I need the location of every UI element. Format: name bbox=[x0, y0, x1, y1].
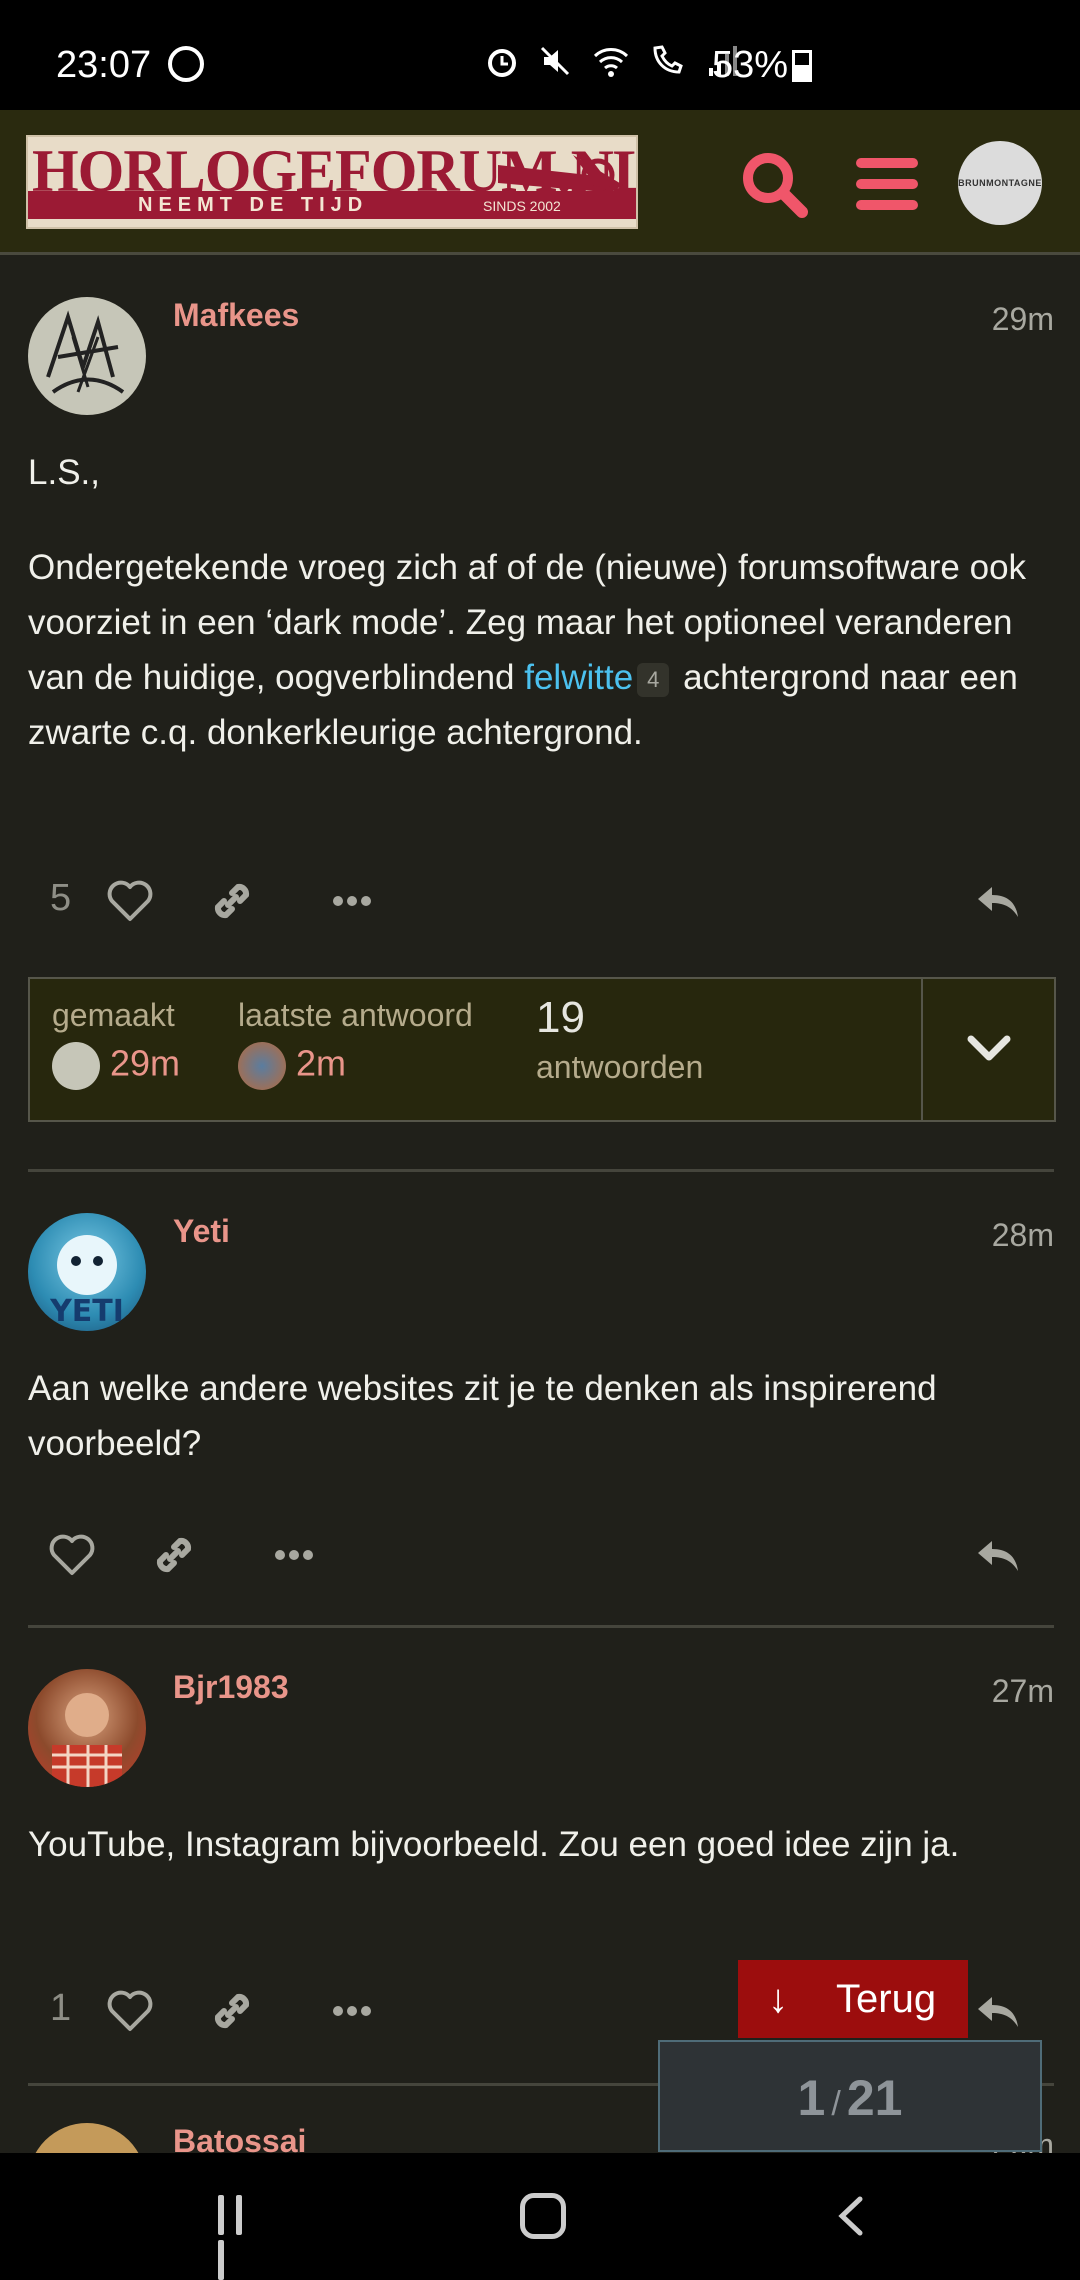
status-icons bbox=[485, 44, 737, 87]
topic-stream: Mafkees 29m L.S., Ondergetekende vroeg z… bbox=[0, 255, 1080, 2153]
post-date[interactable]: 29m bbox=[992, 301, 1054, 338]
avatar[interactable] bbox=[28, 1669, 146, 1787]
replies-count: 19 bbox=[536, 993, 585, 1042]
link-icon[interactable] bbox=[148, 1529, 200, 1581]
reply-icon[interactable] bbox=[972, 1985, 1024, 2037]
reply-icon[interactable] bbox=[972, 875, 1024, 927]
divider bbox=[28, 1625, 1054, 1628]
back-icon[interactable] bbox=[830, 2193, 876, 2239]
recent-apps-icon[interactable] bbox=[218, 2195, 264, 2280]
avatar bbox=[238, 1042, 286, 1090]
post-paragraph: Aan welke andere websites zit je te denk… bbox=[28, 1369, 937, 1463]
post-date[interactable]: 27m bbox=[992, 1673, 1054, 1710]
home-icon[interactable] bbox=[520, 2193, 566, 2239]
username[interactable]: Yeti bbox=[173, 1213, 230, 1250]
link-click-count: 4 bbox=[637, 662, 670, 697]
site-logo[interactable]: HORLOGEFORUM.NL NEEMT DE TIJD SINDS 2002 bbox=[26, 135, 638, 229]
username[interactable]: Mafkees bbox=[173, 297, 299, 334]
post-link[interactable]: felwitte bbox=[524, 658, 633, 697]
post-paragraph: L.S., bbox=[28, 453, 100, 492]
logo-subtitle: NEEMT DE TIJD bbox=[138, 194, 369, 216]
whatsapp-icon bbox=[168, 46, 204, 82]
last-reply-value: 2m bbox=[296, 1042, 347, 1084]
divider bbox=[28, 1169, 1054, 1172]
topic-replies: 19 antwoorden bbox=[536, 993, 703, 1086]
wifi-icon bbox=[593, 48, 628, 77]
created-label: gemaakt bbox=[52, 997, 175, 1033]
last-reply-label: laatste antwoord bbox=[238, 997, 473, 1033]
progress-total: 21 bbox=[846, 2070, 903, 2126]
progress-current: 1 bbox=[797, 2070, 826, 2126]
username[interactable]: Bjr1983 bbox=[173, 1669, 289, 1706]
more-icon[interactable] bbox=[326, 1985, 378, 2037]
heart-icon[interactable] bbox=[104, 1985, 156, 2037]
replies-label: antwoorden bbox=[536, 1049, 704, 1085]
post-actions bbox=[28, 1523, 1054, 1583]
back-button-label: Terug bbox=[836, 1977, 937, 2021]
like-count[interactable]: 1 bbox=[50, 1987, 71, 2030]
post-body: L.S., Ondergetekende vroeg zich af of de… bbox=[28, 445, 1054, 800]
svg-text:YETI: YETI bbox=[49, 1294, 124, 1329]
link-icon[interactable] bbox=[206, 875, 258, 927]
avatar[interactable] bbox=[28, 2123, 146, 2153]
arrow-down-icon: ↓ bbox=[768, 1977, 788, 2021]
post-body: Aan welke andere websites zit je te denk… bbox=[28, 1361, 1054, 1511]
avatar[interactable]: YETI bbox=[28, 1213, 146, 1331]
back-button[interactable]: ↓ Terug bbox=[738, 1960, 968, 2038]
more-icon[interactable] bbox=[268, 1529, 320, 1581]
like-count[interactable]: 5 bbox=[50, 877, 71, 920]
link-icon[interactable] bbox=[206, 1985, 258, 2037]
post-paragraph: Ondergetekende vroeg zich af of de (nieu… bbox=[28, 540, 1054, 760]
clock: 23:07 bbox=[56, 44, 152, 86]
system-nav-bar bbox=[0, 2153, 1080, 2280]
created-value: 29m bbox=[110, 1042, 181, 1084]
post-body: YouTube, Instagram bijvoorbeeld. Zou een… bbox=[28, 1817, 1054, 1912]
mute-icon bbox=[541, 46, 570, 76]
progress-separator: / bbox=[831, 2085, 841, 2123]
username[interactable]: Batossai bbox=[173, 2123, 306, 2153]
reply-icon[interactable] bbox=[972, 1529, 1024, 1581]
post-paragraph: YouTube, Instagram bijvoorbeeld. Zou een… bbox=[28, 1825, 960, 1864]
more-icon[interactable] bbox=[326, 875, 378, 927]
heart-icon[interactable] bbox=[104, 875, 156, 927]
post-actions: 5 bbox=[28, 869, 1054, 929]
avatar bbox=[52, 1042, 100, 1090]
wifi-call-icon bbox=[653, 45, 684, 74]
status-bar: 23:07 53% bbox=[0, 0, 1080, 110]
search-icon[interactable] bbox=[738, 148, 810, 220]
hamburger-menu-icon[interactable] bbox=[856, 158, 918, 210]
site-header: HORLOGEFORUM.NL NEEMT DE TIJD SINDS 2002… bbox=[0, 110, 1080, 255]
logo-since: SINDS 2002 bbox=[483, 198, 561, 214]
alarm-icon bbox=[488, 49, 516, 77]
user-avatar[interactable]: BRUNMONTAGNE bbox=[958, 141, 1042, 225]
battery-icon bbox=[792, 50, 812, 82]
battery-percent: 53% bbox=[712, 44, 789, 86]
topic-map: gemaakt 29m laatste antwoord 2m 19 antwo… bbox=[28, 977, 1056, 1122]
topic-created[interactable]: gemaakt 29m bbox=[52, 997, 180, 1090]
topic-last-reply[interactable]: laatste antwoord 2m bbox=[238, 997, 473, 1090]
heart-icon[interactable] bbox=[46, 1529, 98, 1581]
topic-map-toggle[interactable] bbox=[921, 979, 1054, 1120]
topic-progress[interactable]: 1/21 bbox=[658, 2040, 1042, 2152]
chevron-down-icon bbox=[967, 1035, 1011, 1061]
avatar[interactable] bbox=[28, 297, 146, 415]
post-date[interactable]: 28m bbox=[992, 1217, 1054, 1254]
